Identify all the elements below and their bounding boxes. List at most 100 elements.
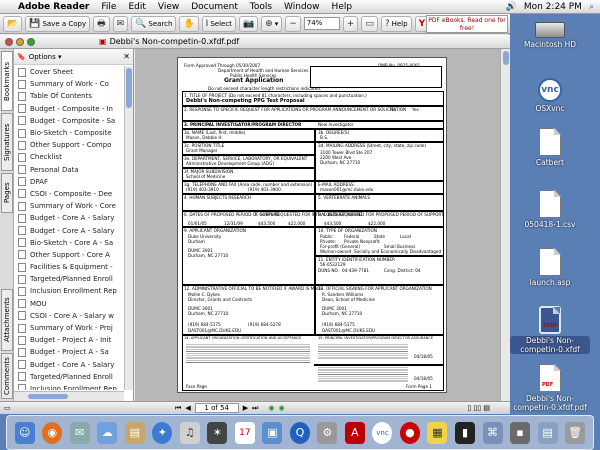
volume-icon[interactable]: 🔊 [506,2,517,12]
bookmark-item[interactable]: Other Support - Core A [14,249,124,261]
dock-documents-icon[interactable]: ▤ [537,421,558,444]
menu-window[interactable]: Window [284,2,320,12]
ebooks-ad[interactable]: PDF eBooks. Read one for free! [426,15,508,33]
dock-network-icon[interactable]: ⌘ [482,421,503,444]
bookmark-item[interactable]: Summary of Work - Co [14,78,124,90]
dock-acrobat-reader-icon[interactable]: ● [399,421,420,444]
options-menu[interactable]: Options ▾ [29,53,62,61]
bookmarks-horizontal-scrollbar[interactable] [14,391,124,401]
bookmark-item[interactable]: Checklist [14,151,124,163]
fit-page-button[interactable]: ▭ [361,15,378,32]
next-view-icon[interactable]: ◉ [279,404,285,412]
dock-finder-icon[interactable]: ☺ [14,421,35,444]
bookmark-item[interactable]: Targeted/Planned Enroll [14,371,124,383]
dock-preview-icon[interactable]: ▤ [124,421,145,444]
tab-comments[interactable]: Comments [1,353,13,399]
menu-help[interactable]: Help [332,2,353,12]
snapshot-button[interactable]: 📷 [238,15,259,32]
layout-icons[interactable]: ▯ ▯▯ ▤ [467,404,490,412]
zoom-out-button[interactable]: − [285,15,301,32]
bookmark-item[interactable]: Summary of Work - Core [14,200,124,212]
page-number-field[interactable]: 1 of 54 [194,403,239,413]
dock-system-preferences-icon[interactable]: ⚙ [317,421,338,444]
menu-app-name[interactable]: Adobe Reader [18,2,89,12]
close-icon[interactable]: ✕ [123,52,130,61]
dock-app-icon[interactable]: ▪ [510,421,531,444]
next-page-button[interactable]: ▶ [243,404,248,412]
bookmark-item[interactable]: Cover Sheet [14,66,124,78]
zoom-in-button[interactable]: + [342,15,359,32]
bookmark-item[interactable]: Budget - Core A - Salary [14,359,124,371]
dock-ical-icon[interactable]: 17 [234,421,255,444]
previous-view-icon[interactable]: ◉ [268,404,274,412]
bookmark-item[interactable]: CSOI - Core A - Salary w [14,310,124,322]
bookmark-item[interactable]: Budget - Core A - Salary [14,212,124,224]
zoom-window-button[interactable] [27,37,35,46]
bookmark-item[interactable]: Personal Data [14,164,124,176]
open-button[interactable]: 📂 [3,15,23,32]
select-tool-button[interactable]: I Select [201,15,236,32]
menu-view[interactable]: View [158,2,179,12]
desktop-icon-macintosh-hd[interactable]: Macintosh HD [510,22,590,49]
spotlight-icon[interactable]: ⌕ [589,2,594,12]
bookmark-item[interactable]: Inclusion Enrollment Rep [14,285,124,297]
dock-terminal-icon[interactable]: ▮ [455,421,475,444]
dock-quicktime-icon[interactable]: Q [289,421,310,444]
clock[interactable]: Mon 2:24 PM [524,2,582,12]
bookmarks-vertical-scrollbar[interactable] [124,66,133,390]
menu-edit[interactable]: Edit [128,2,145,12]
bookmark-item[interactable]: DPAF [14,176,124,188]
zoom-tool-button[interactable]: ⊕ ▾ [261,15,283,32]
document-scrollbar[interactable] [500,49,510,401]
email-button[interactable]: ✉ [112,15,129,32]
bookmark-item[interactable]: Budget - Project A - Init [14,334,124,346]
help-button[interactable]: ? Help [380,15,412,32]
tab-bookmarks[interactable]: Bookmarks [1,51,13,111]
dock-trash-icon[interactable]: 🗑 [565,421,586,444]
desktop-icon-catbert[interactable]: Catbert [510,128,590,167]
bookmark-item[interactable]: Inclusion Enrollment Rep [14,383,124,390]
desktop-icon-csv[interactable]: 050418-1.csv [510,190,590,229]
bookmark-item[interactable]: Other Support - Compo [14,139,124,151]
dock-firefox-icon[interactable]: ◉ [42,421,63,444]
last-page-button[interactable]: ⏭ [252,404,258,413]
search-button[interactable]: 🔍 Search [131,15,177,32]
bookmark-item[interactable]: Bio-Sketch - Core A - Sa [14,237,124,249]
dock-vnc-icon[interactable]: vnc [372,421,393,444]
desktop-icon-osxvnc[interactable]: vnc OSXvnc [510,78,590,113]
dock-safari-icon[interactable]: ✦ [152,421,173,444]
scroll-thumb[interactable] [503,51,509,65]
dock-acrobat-icon[interactable]: A [344,421,365,444]
bookmark-item[interactable]: Budget - Composite - In [14,103,124,115]
bookmark-item[interactable]: Table Of Contents [14,90,124,102]
tab-attachments[interactable]: Attachments [1,289,13,351]
bookmark-item[interactable]: Budget - Core A - Salary [14,224,124,236]
bookmark-item[interactable]: Budget - Composite - Sa [14,115,124,127]
desktop-icon-launch-asp[interactable]: launch.asp [510,248,590,287]
tab-signatures[interactable]: Signatures [1,113,13,171]
desktop-icon-xfdf[interactable]: XFDF Debbi's Non-competin-0.xfdf [510,306,590,354]
scroll-thumb[interactable] [126,68,132,108]
pdf-page[interactable]: Form Approved Through 05/30/2007 OMB No.… [177,57,447,393]
bookmark-item[interactable]: Summary of Work - Proj [14,322,124,334]
desktop-icon-pdf[interactable]: PDF Debbi's Non-competin-0.xfdf.pdf [510,364,590,412]
dock-imovie-icon[interactable]: ✶ [207,421,228,444]
menu-document[interactable]: Document [191,2,238,12]
dock-mail-icon[interactable]: ✉ [69,421,90,444]
bookmark-item[interactable]: MOU [14,298,124,310]
menu-file[interactable]: File [101,2,116,12]
document-view[interactable]: Form Approved Through 05/30/2007 OMB No.… [135,49,500,401]
dock-itunes-icon[interactable]: ♫ [179,421,200,444]
previous-page-button[interactable]: ◀ [185,404,190,412]
bookmark-item[interactable]: Budget - Project A - Sa [14,346,124,358]
hand-tool-button[interactable]: ✋ [179,15,199,32]
dock-stickies-icon[interactable]: ▦ [427,421,448,444]
save-copy-button[interactable]: 💾 Save a Copy [25,15,91,32]
bookmark-item[interactable]: Bio-Sketch - Composite [14,127,124,139]
menu-tools[interactable]: Tools [250,2,272,12]
scroll-thumb[interactable] [28,394,68,399]
zoom-level-field[interactable]: 74% [303,17,340,30]
bookmark-item[interactable]: Targeted/Planned Enroll [14,273,124,285]
bookmark-item[interactable]: CSOI - Composite - Dee [14,188,124,200]
minimize-window-button[interactable] [16,37,24,46]
